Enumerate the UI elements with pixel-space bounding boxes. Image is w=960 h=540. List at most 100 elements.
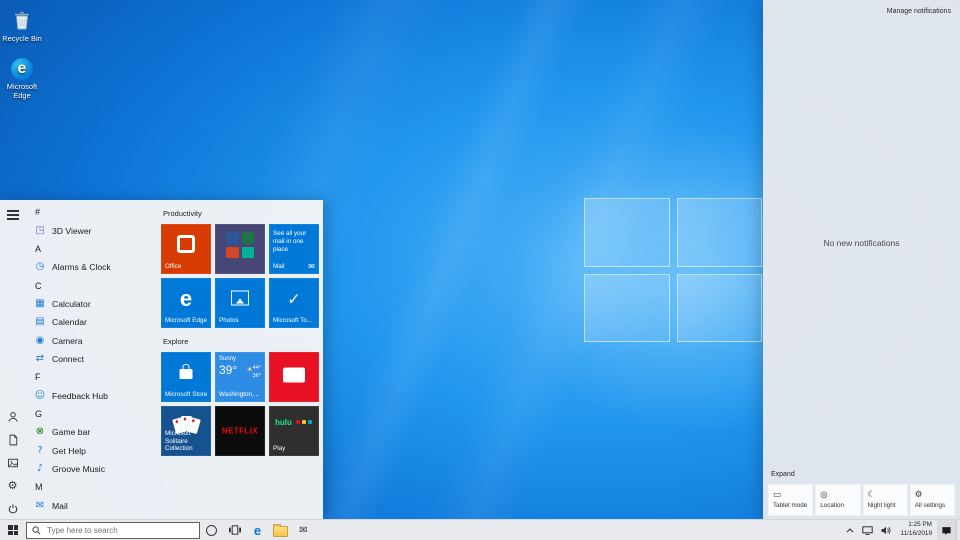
volume-tray-button[interactable] xyxy=(877,520,895,540)
manage-notifications-link[interactable]: Manage notifications xyxy=(887,8,951,15)
app-label: Camera xyxy=(52,336,83,346)
app-section-header[interactable]: F xyxy=(25,368,159,386)
no-notifications-message: No new notifications xyxy=(763,238,960,248)
taskbar-edge-button[interactable]: e xyxy=(246,520,269,540)
app-section-header[interactable]: G xyxy=(25,405,159,423)
app-label: Alarms & Clock xyxy=(52,262,111,272)
mail-envelope-icon: ✉ xyxy=(299,525,307,536)
tile-label: Office xyxy=(165,263,209,271)
quick-action-all-settings[interactable]: ⚙ All settings xyxy=(910,484,955,516)
streaming-logos xyxy=(296,420,312,424)
app-section-header[interactable]: M xyxy=(25,478,159,496)
quick-action-label: Location xyxy=(820,502,860,509)
app-list-item-mail[interactable]: ✉ Mail xyxy=(25,497,159,515)
app-list-item-groove-music[interactable]: ♪ Groove Music xyxy=(25,460,159,478)
taskbar-file-explorer-button[interactable] xyxy=(269,520,292,540)
tile-microsoft-solitaire-collection[interactable]: Microsoft Solitaire Collection xyxy=(161,406,211,456)
start-button[interactable] xyxy=(0,520,26,540)
taskbar-clock[interactable]: 1:25 PM 11/16/2019 xyxy=(895,521,937,539)
desktop: Recycle Bin e Microsoft Edge ⚙ xyxy=(0,0,960,540)
tile-microsoft-to-do[interactable]: ✓ Microsoft To... xyxy=(269,278,319,328)
cortana-button[interactable] xyxy=(200,520,223,540)
app-label: Connect xyxy=(52,354,84,364)
mail-icon: ✉ xyxy=(33,501,47,511)
quick-action-night-light[interactable]: ☾ Night light xyxy=(863,484,908,516)
tile-mail[interactable]: See all your mail in one place ✉ Mail xyxy=(269,224,319,274)
settings-icon[interactable]: ⚙ xyxy=(6,479,19,492)
start-tiles: Productivity Office See all your mail in… xyxy=(159,200,323,519)
tile-office-apps[interactable] xyxy=(215,224,265,274)
tile-microsoft-edge[interactable]: e Microsoft Edge xyxy=(161,278,211,328)
tile-group-label[interactable]: Productivity xyxy=(163,209,323,219)
cortana-icon xyxy=(206,525,217,536)
action-center-button[interactable] xyxy=(937,520,956,540)
taskbar-search[interactable] xyxy=(26,522,200,539)
weather-temperature: 39° xyxy=(219,363,237,377)
recycle-bin-icon xyxy=(10,8,34,32)
app-section-header[interactable]: # xyxy=(25,203,159,221)
show-desktop-button[interactable] xyxy=(956,520,960,540)
app-list-item-alarms-clock[interactable]: ◷ Alarms & Clock xyxy=(25,258,159,276)
quick-action-label: All settings xyxy=(915,502,955,509)
app-list-item-calendar[interactable]: ▤ Calendar xyxy=(25,313,159,331)
folder-icon xyxy=(273,526,288,537)
app-list-item-feedback-hub[interactable]: ☺ Feedback Hub xyxy=(25,386,159,404)
app-label: Calendar xyxy=(52,317,87,327)
tile-microsoft-store[interactable]: Microsoft Store xyxy=(161,352,211,402)
app-list-item-game-bar[interactable]: ⊗ Game bar xyxy=(25,423,159,441)
game-bar-icon: ⊗ xyxy=(33,427,47,437)
app-label: Feedback Hub xyxy=(52,391,108,401)
app-list-item-calculator[interactable]: ▦ Calculator xyxy=(25,295,159,313)
section-letter: F xyxy=(35,372,41,382)
expand-link[interactable]: Expand xyxy=(771,471,795,478)
quick-action-tablet-mode[interactable]: ▭ Tablet mode xyxy=(768,484,813,516)
tile-group-label[interactable]: Explore xyxy=(163,337,323,347)
promoted-app-icon xyxy=(283,367,305,382)
desktop-icon-microsoft-edge[interactable]: e Microsoft Edge xyxy=(0,58,44,100)
action-center: Manage notifications No new notification… xyxy=(763,0,960,519)
tile-photos[interactable]: Photos xyxy=(215,278,265,328)
desktop-icon-recycle-bin[interactable]: Recycle Bin xyxy=(0,8,44,43)
quick-actions: ▭ Tablet mode ◎ Location ☾ Night light ⚙… xyxy=(768,484,955,516)
task-view-icon xyxy=(229,525,241,535)
task-view-button[interactable] xyxy=(223,520,246,540)
tray-overflow-button[interactable] xyxy=(842,520,858,540)
chevron-up-icon xyxy=(846,528,854,533)
to-do-check-icon: ✓ xyxy=(287,290,300,309)
quick-action-label: Night light xyxy=(868,502,908,509)
app-label: Get Help xyxy=(52,446,86,456)
account-icon[interactable] xyxy=(6,410,19,423)
settings-gear-icon: ⚙ xyxy=(915,491,955,500)
start-menu: ⚙ # ◳ 3D Viewer A ◷ Alarms & Clock C ▦ C… xyxy=(0,200,323,519)
pictures-icon[interactable] xyxy=(6,456,19,469)
notification-icon xyxy=(941,525,952,536)
weather-high-low: 44° 36° xyxy=(253,364,261,381)
search-input[interactable] xyxy=(45,525,194,536)
tile-weather[interactable]: Sunny 39° ☀ 44° 36° Washington,... xyxy=(215,352,265,402)
documents-icon[interactable] xyxy=(6,433,19,446)
tile-label: Microsoft Solitaire Collection xyxy=(165,430,209,453)
section-letter: M xyxy=(35,482,43,492)
tile-promoted-app[interactable] xyxy=(269,352,319,402)
app-list-item-3d-viewer[interactable]: ◳ 3D Viewer xyxy=(25,221,159,239)
app-label: Groove Music xyxy=(52,464,105,474)
edge-icon: e xyxy=(180,286,192,312)
tile-play[interactable]: hulu Play xyxy=(269,406,319,456)
search-icon xyxy=(32,526,41,535)
app-section-header[interactable]: A xyxy=(25,240,159,258)
network-tray-button[interactable] xyxy=(858,520,877,540)
app-list-item-get-help[interactable]: ? Get Help xyxy=(25,441,159,459)
tile-netflix[interactable]: NETFLIX xyxy=(215,406,265,456)
power-icon[interactable] xyxy=(6,502,19,515)
quick-action-location[interactable]: ◎ Location xyxy=(815,484,860,516)
night-light-icon: ☾ xyxy=(868,491,908,500)
app-label: Calculator xyxy=(52,299,91,309)
menu-icon[interactable] xyxy=(0,205,25,225)
app-list-item-connect[interactable]: ⇄ Connect xyxy=(25,350,159,368)
section-letter: C xyxy=(35,281,42,291)
tile-label: Microsoft Edge xyxy=(165,317,209,325)
taskbar-mail-button[interactable]: ✉ xyxy=(292,520,315,540)
tile-office[interactable]: Office xyxy=(161,224,211,274)
app-section-header[interactable]: C xyxy=(25,276,159,294)
app-list-item-camera[interactable]: ◉ Camera xyxy=(25,331,159,349)
